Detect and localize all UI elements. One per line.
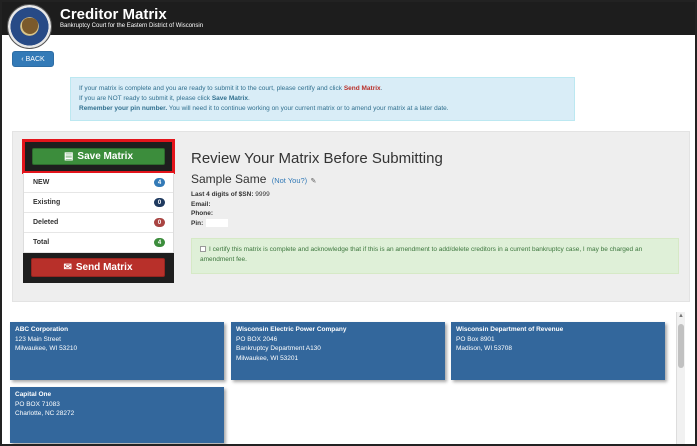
scroll-up-icon[interactable]: ▲ [678, 313, 684, 319]
ssn-value: 9999 [255, 191, 270, 198]
certify-box: I certify this matrix is complete and ac… [191, 238, 679, 274]
remember-pin-text: Remember your pin number. [79, 105, 168, 112]
scrollbar[interactable]: ▲ [676, 312, 685, 444]
pin-label: Pin: [191, 219, 204, 227]
info-line1-text: If your matrix is complete and you are r… [79, 85, 344, 92]
ssn-label: Last 4 digits of $SN: [191, 191, 254, 198]
count-label: NEW [33, 179, 50, 186]
email-label: Email: [191, 200, 211, 208]
back-button[interactable]: ‹ BACK [12, 51, 54, 67]
pencil-icon[interactable]: ✎ [311, 178, 317, 185]
back-button-label: BACK [25, 55, 45, 63]
save-button-highlight: ▤ Save Matrix [22, 139, 175, 174]
send-matrix-label: Send Matrix [75, 262, 133, 273]
info-alert: If your matrix is complete and you are r… [70, 77, 575, 121]
creditor-address-line: Charlotte, NC 28272 [15, 410, 75, 417]
send-matrix-link-text: Send Matrix [343, 85, 381, 92]
info-line3-text: You will need it to continue working on … [167, 105, 449, 112]
certify-checkbox[interactable] [200, 246, 206, 253]
count-label: Deleted [33, 219, 59, 226]
scroll-thumb[interactable] [678, 324, 684, 368]
count-row-new: NEW 4 [24, 173, 173, 193]
envelope-icon: ✉ [63, 262, 72, 273]
creditor-address-line: 123 Main Street [15, 335, 61, 343]
header-bar: Creditor Matrix Bankruptcy Court for the… [2, 2, 695, 35]
count-badge: 0 [154, 198, 165, 207]
debtor-name: Sample Same [191, 172, 267, 186]
save-matrix-button[interactable]: ▤ Save Matrix [32, 148, 165, 165]
count-row-deleted: Deleted 0 [24, 213, 173, 233]
creditor-name: Wisconsin Electric Power Company [236, 326, 347, 333]
court-seal-logo [7, 4, 52, 49]
count-label: Total [33, 239, 50, 246]
send-matrix-button[interactable]: ✉ Send Matrix [31, 258, 165, 277]
review-title: Review Your Matrix Before Submitting [191, 150, 443, 167]
creditor-card[interactable]: Wisconsin Department of Revenue PO Box 89… [451, 322, 665, 380]
creditor-name: ABC Corporation [15, 326, 69, 333]
creditor-card[interactable]: ABC Corporation 123 Main Street Milwaukee,… [10, 322, 224, 380]
pin-redacted [206, 218, 229, 227]
creditor-address-line: Milwaukee, WI 53201 [236, 354, 299, 362]
creditor-address-line: PO Box 8901 [456, 335, 495, 343]
creditor-address-line: PO BOX 71083 [15, 400, 60, 408]
count-label: Existing [33, 199, 61, 206]
count-badge: 4 [154, 238, 165, 247]
count-row-existing: Existing 0 [24, 193, 173, 213]
app-window: Creditor Matrix Bankruptcy Court for the… [0, 0, 697, 446]
creditor-address-line: Bankruptcy Department A130 [236, 345, 321, 352]
debtor-name-line: Sample Same (Not You?) ✎ [191, 172, 316, 186]
creditor-name: Wisconsin Department of Revenue [456, 326, 564, 333]
creditor-card[interactable]: Capital One PO BOX 71083 Charlotte, NC 282… [10, 387, 224, 443]
count-badge: 4 [154, 178, 165, 187]
creditor-name: Capital One [15, 391, 52, 398]
not-you-link[interactable]: (Not You?) [272, 176, 307, 185]
save-matrix-label: Save Matrix [77, 151, 134, 162]
certify-text: I certify this matrix is complete and ac… [200, 246, 643, 263]
debtor-details: Last 4 digits of $SN: 9999 Email: Phone:… [191, 190, 270, 228]
matrix-counts: NEW 4 Existing 0 Deleted 0 Total 4 [23, 173, 174, 253]
info-line2-text: If you are NOT ready to submit it, pleas… [79, 95, 212, 102]
creditor-card[interactable]: Wisconsin Electric Power Company PO BOX 2… [231, 322, 445, 380]
app-title: Creditor Matrix [60, 6, 167, 23]
floppy-disk-icon: ▤ [63, 151, 74, 162]
creditor-address-line: Milwaukee, WI 53210 [15, 345, 78, 352]
creditor-address-line: PO BOX 2046 [236, 335, 278, 343]
creditor-address-line: Madison, WI 53708 [456, 345, 513, 352]
count-row-total: Total 4 [24, 233, 173, 253]
phone-label: Phone: [191, 210, 214, 217]
send-button-container: ✉ Send Matrix [23, 253, 174, 283]
save-matrix-mention: Save Matrix [211, 95, 248, 102]
chevron-left-icon: ‹ [21, 55, 24, 63]
creditor-cards: ABC Corporation 123 Main Street Milwaukee,… [10, 319, 684, 444]
app-subtitle: Bankruptcy Court for the Eastern Distric… [60, 23, 204, 29]
count-badge: 0 [154, 218, 165, 227]
